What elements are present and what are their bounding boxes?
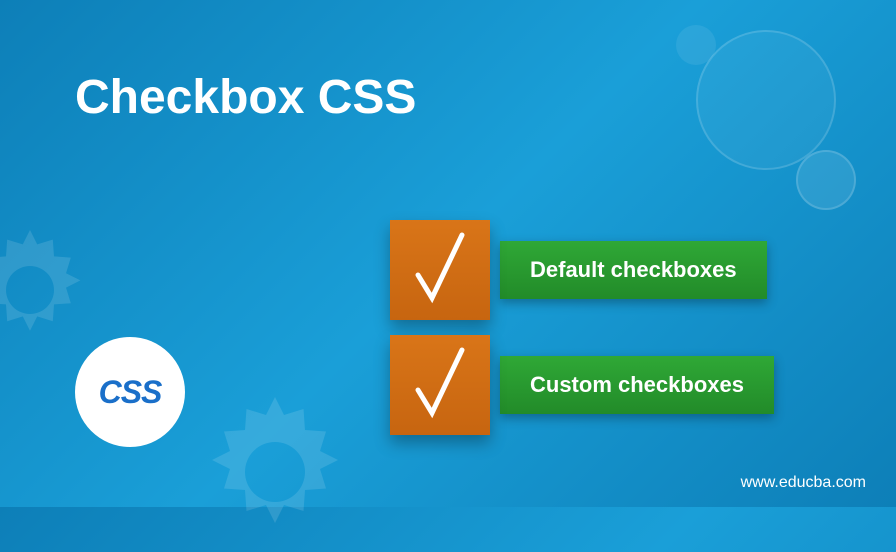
checkbox-label: Custom checkboxes [500, 356, 774, 414]
gear-icon [0, 230, 90, 350]
checkbox-box-icon [390, 335, 490, 435]
checkbox-box-icon [390, 220, 490, 320]
checkmark-icon [410, 345, 470, 420]
checkbox-item-custom: Custom checkboxes [390, 335, 774, 435]
decorative-circle [676, 25, 716, 65]
css-logo-badge: CSS [75, 337, 185, 447]
checkbox-label: Default checkboxes [500, 241, 767, 299]
decorative-circle [796, 150, 856, 210]
checkmark-icon [410, 230, 470, 305]
css-logo-text: CSS [99, 374, 162, 411]
checkbox-item-default: Default checkboxes [390, 220, 767, 320]
gear-icon [200, 397, 350, 547]
page-title: Checkbox CSS [75, 70, 416, 125]
decorative-circle [696, 30, 836, 170]
website-url: www.educba.com [741, 474, 866, 492]
